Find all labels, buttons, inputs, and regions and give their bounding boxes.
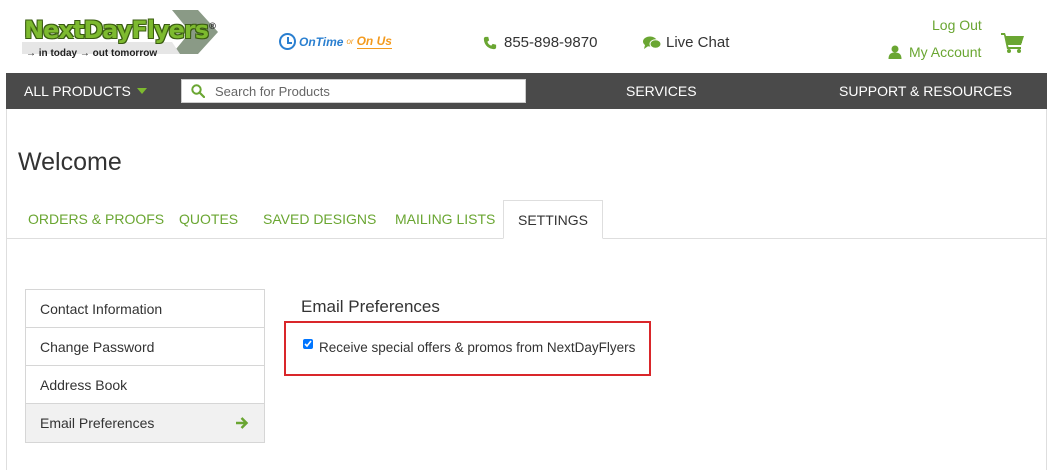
logo-wordmark-flyers: Flyers bbox=[131, 16, 209, 44]
ontime-guarantee-badge[interactable]: OnTime or On Us bbox=[279, 33, 392, 50]
chat-bubbles-icon bbox=[643, 36, 661, 49]
ontime-text: OnTime bbox=[299, 34, 344, 49]
sidebar-item-label: Email Preferences bbox=[40, 415, 155, 431]
special-offers-label[interactable]: Receive special offers & promos from Nex… bbox=[319, 340, 635, 355]
tab-saved-designs[interactable]: SAVED DESIGNS bbox=[263, 211, 376, 227]
logo-tagline: → in today → out tomorrow bbox=[26, 48, 158, 59]
main-nav-bar: ALL PRODUCTS SERVICES SUPPORT & RESOURCE… bbox=[6, 73, 1047, 109]
all-products-label: ALL PRODUCTS bbox=[24, 83, 131, 99]
clock-icon bbox=[279, 33, 296, 50]
ontime-onus-text: On Us bbox=[356, 34, 392, 49]
my-account-label: My Account bbox=[909, 44, 982, 60]
all-products-menu[interactable]: ALL PRODUCTS bbox=[24, 83, 147, 99]
phone-icon bbox=[483, 36, 497, 49]
ontime-or-text: or bbox=[346, 37, 354, 46]
shopping-cart-icon[interactable] bbox=[1001, 31, 1025, 53]
user-icon bbox=[888, 45, 902, 59]
search-input[interactable] bbox=[215, 80, 515, 102]
support-resources-menu[interactable]: SUPPORT & RESOURCES bbox=[839, 83, 1012, 99]
tab-settings[interactable]: SETTINGS bbox=[503, 200, 604, 239]
live-chat-link[interactable]: Live Chat bbox=[643, 34, 729, 51]
sidebar-item-contact-information[interactable]: Contact Information bbox=[26, 290, 264, 328]
search-icon[interactable] bbox=[191, 84, 205, 98]
services-menu[interactable]: SERVICES bbox=[626, 83, 697, 99]
sidebar-item-change-password[interactable]: Change Password bbox=[26, 328, 264, 366]
tab-orders-proofs[interactable]: ORDERS & PROOFS bbox=[28, 211, 164, 227]
tab-quotes[interactable]: QUOTES bbox=[179, 211, 238, 227]
sidebar-item-email-preferences[interactable]: Email Preferences bbox=[26, 404, 264, 442]
logout-link[interactable]: Log Out bbox=[932, 17, 982, 33]
live-chat-label: Live Chat bbox=[666, 34, 730, 51]
arrow-right-icon bbox=[236, 417, 249, 429]
page-title: Welcome bbox=[18, 148, 122, 176]
nextdayflyers-logo[interactable]: NextDayFlyers® → in today → out tomorrow bbox=[22, 10, 218, 62]
settings-sidebar: Contact Information Change Password Addr… bbox=[25, 289, 265, 443]
logo-wordmark: NextDayFlyers® bbox=[24, 16, 217, 44]
phone-number: 855-898-9870 bbox=[504, 34, 598, 51]
logo-registered-mark: ® bbox=[208, 22, 217, 32]
sidebar-item-label: Contact Information bbox=[40, 301, 163, 317]
logo-wordmark-nextday: NextDay bbox=[24, 16, 132, 44]
caret-down-icon bbox=[136, 88, 147, 94]
sidebar-item-address-book[interactable]: Address Book bbox=[26, 366, 264, 404]
sidebar-item-label: Address Book bbox=[40, 377, 128, 393]
account-tabs: ORDERS & PROOFS QUOTES SAVED DESIGNS MAI… bbox=[6, 200, 1047, 239]
special-offers-checkbox[interactable] bbox=[303, 339, 313, 349]
site-header: NextDayFlyers® → in today → out tomorrow… bbox=[0, 0, 1053, 73]
sidebar-item-label: Change Password bbox=[40, 339, 155, 355]
tab-mailing-lists[interactable]: MAILING LISTS bbox=[395, 211, 495, 227]
email-preferences-heading: Email Preferences bbox=[301, 297, 440, 316]
product-search-box bbox=[181, 79, 526, 103]
my-account-link[interactable]: My Account bbox=[888, 44, 981, 60]
phone-link[interactable]: 855-898-9870 bbox=[483, 34, 597, 51]
